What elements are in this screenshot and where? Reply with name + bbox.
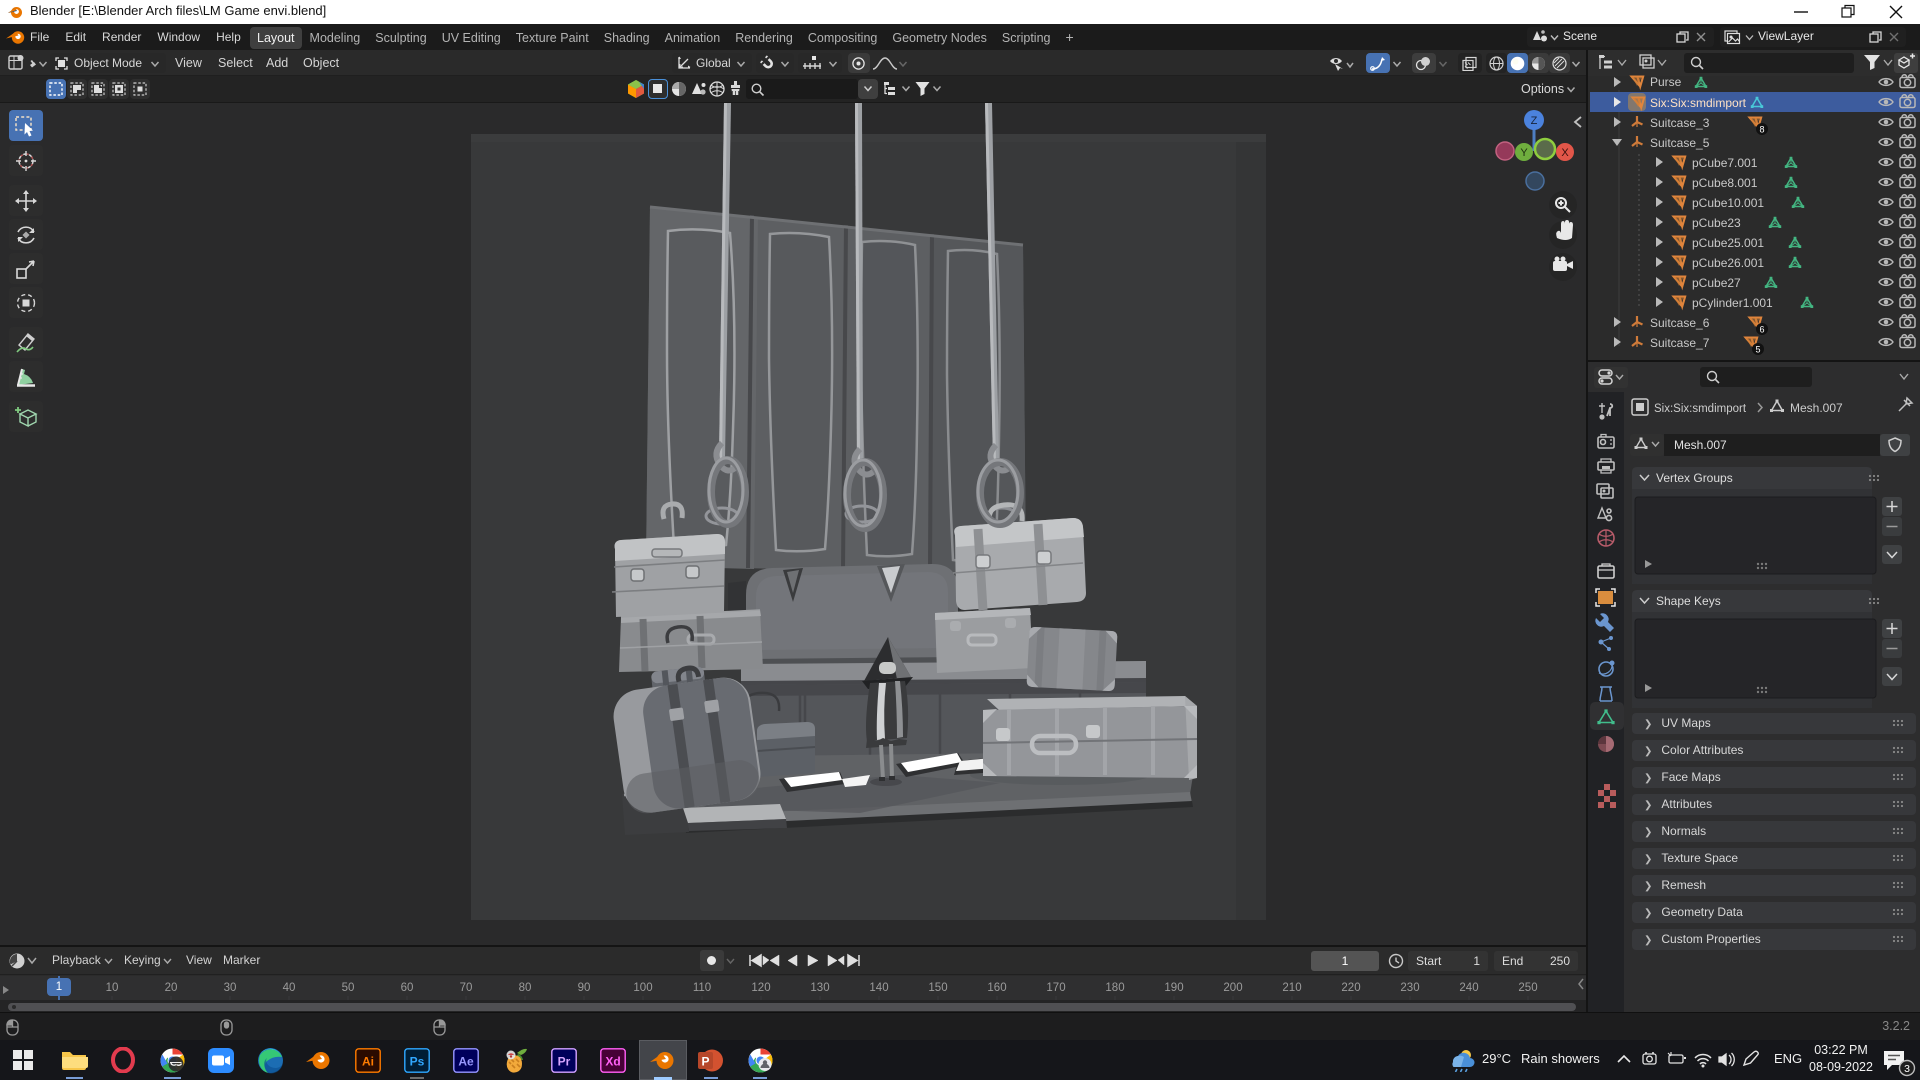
svg-text:Ai: Ai — [362, 1055, 374, 1069]
svg-text:140: 140 — [869, 982, 888, 994]
svg-text:pCube7.001: pCube7.001 — [1692, 156, 1758, 170]
svg-text:230: 230 — [1400, 982, 1419, 994]
svg-text:Ps: Ps — [410, 1055, 425, 1069]
svg-text:5: 5 — [1755, 345, 1760, 355]
svg-text:Xd: Xd — [605, 1055, 620, 1069]
svg-text:6: 6 — [1759, 325, 1764, 335]
svg-text:Suitcase_5: Suitcase_5 — [1650, 136, 1710, 150]
svg-text:210: 210 — [1282, 982, 1301, 994]
svg-text:8: 8 — [1759, 125, 1764, 135]
svg-text:Suitcase_3: Suitcase_3 — [1650, 116, 1710, 130]
svg-text:Ae: Ae — [458, 1055, 474, 1069]
svg-text:190: 190 — [1164, 982, 1183, 994]
svg-text:pCube8.001: pCube8.001 — [1692, 176, 1758, 190]
svg-text:120: 120 — [751, 982, 770, 994]
svg-text:50: 50 — [342, 982, 355, 994]
svg-text:Suitcase_7: Suitcase_7 — [1650, 336, 1710, 350]
svg-text:80: 80 — [519, 982, 532, 994]
svg-text:220: 220 — [1341, 982, 1360, 994]
svg-text:pCube25.001: pCube25.001 — [1692, 236, 1764, 250]
svg-text:pCylinder1.001: pCylinder1.001 — [1692, 296, 1773, 310]
svg-text:240: 240 — [1459, 982, 1478, 994]
svg-text:180: 180 — [1105, 982, 1124, 994]
svg-text:60: 60 — [401, 982, 414, 994]
svg-text:160: 160 — [987, 982, 1006, 994]
svg-text:P: P — [701, 1055, 709, 1069]
svg-text:pCube23: pCube23 — [1692, 216, 1741, 230]
svg-text:150: 150 — [928, 982, 947, 994]
svg-text:Z: Z — [1531, 115, 1538, 127]
svg-text:70: 70 — [460, 982, 473, 994]
svg-text:30: 30 — [224, 982, 237, 994]
svg-text:Purse: Purse — [1650, 75, 1682, 89]
svg-text:110: 110 — [693, 982, 711, 994]
svg-text:20: 20 — [165, 982, 178, 994]
svg-text:250: 250 — [1518, 982, 1537, 994]
svg-text:Vertex Groups: Vertex Groups — [1656, 471, 1733, 485]
svg-text:Six:Six:smdimport: Six:Six:smdimport — [1654, 403, 1747, 415]
svg-text:90: 90 — [578, 982, 591, 994]
svg-text:Six:Six:smdimport: Six:Six:smdimport — [1650, 96, 1747, 110]
svg-text:100: 100 — [633, 982, 652, 994]
svg-text:170: 170 — [1046, 982, 1065, 994]
svg-text:pCube26.001: pCube26.001 — [1692, 256, 1764, 270]
svg-text:Mesh.007: Mesh.007 — [1674, 438, 1727, 452]
svg-text:Pr: Pr — [558, 1055, 571, 1069]
svg-text:Shape Keys: Shape Keys — [1656, 594, 1721, 608]
svg-text:X: X — [1561, 147, 1569, 159]
svg-text:Suitcase_6: Suitcase_6 — [1650, 316, 1710, 330]
svg-text:Y: Y — [1520, 147, 1528, 159]
svg-text:40: 40 — [283, 982, 296, 994]
svg-text:200: 200 — [1223, 982, 1242, 994]
svg-text:10: 10 — [106, 982, 119, 994]
svg-text:pCube10.001: pCube10.001 — [1692, 196, 1764, 210]
svg-text:pCube27: pCube27 — [1692, 276, 1741, 290]
svg-text:130: 130 — [810, 982, 829, 994]
svg-text:Mesh.007: Mesh.007 — [1790, 401, 1843, 415]
svg-text:3: 3 — [1904, 1063, 1910, 1075]
